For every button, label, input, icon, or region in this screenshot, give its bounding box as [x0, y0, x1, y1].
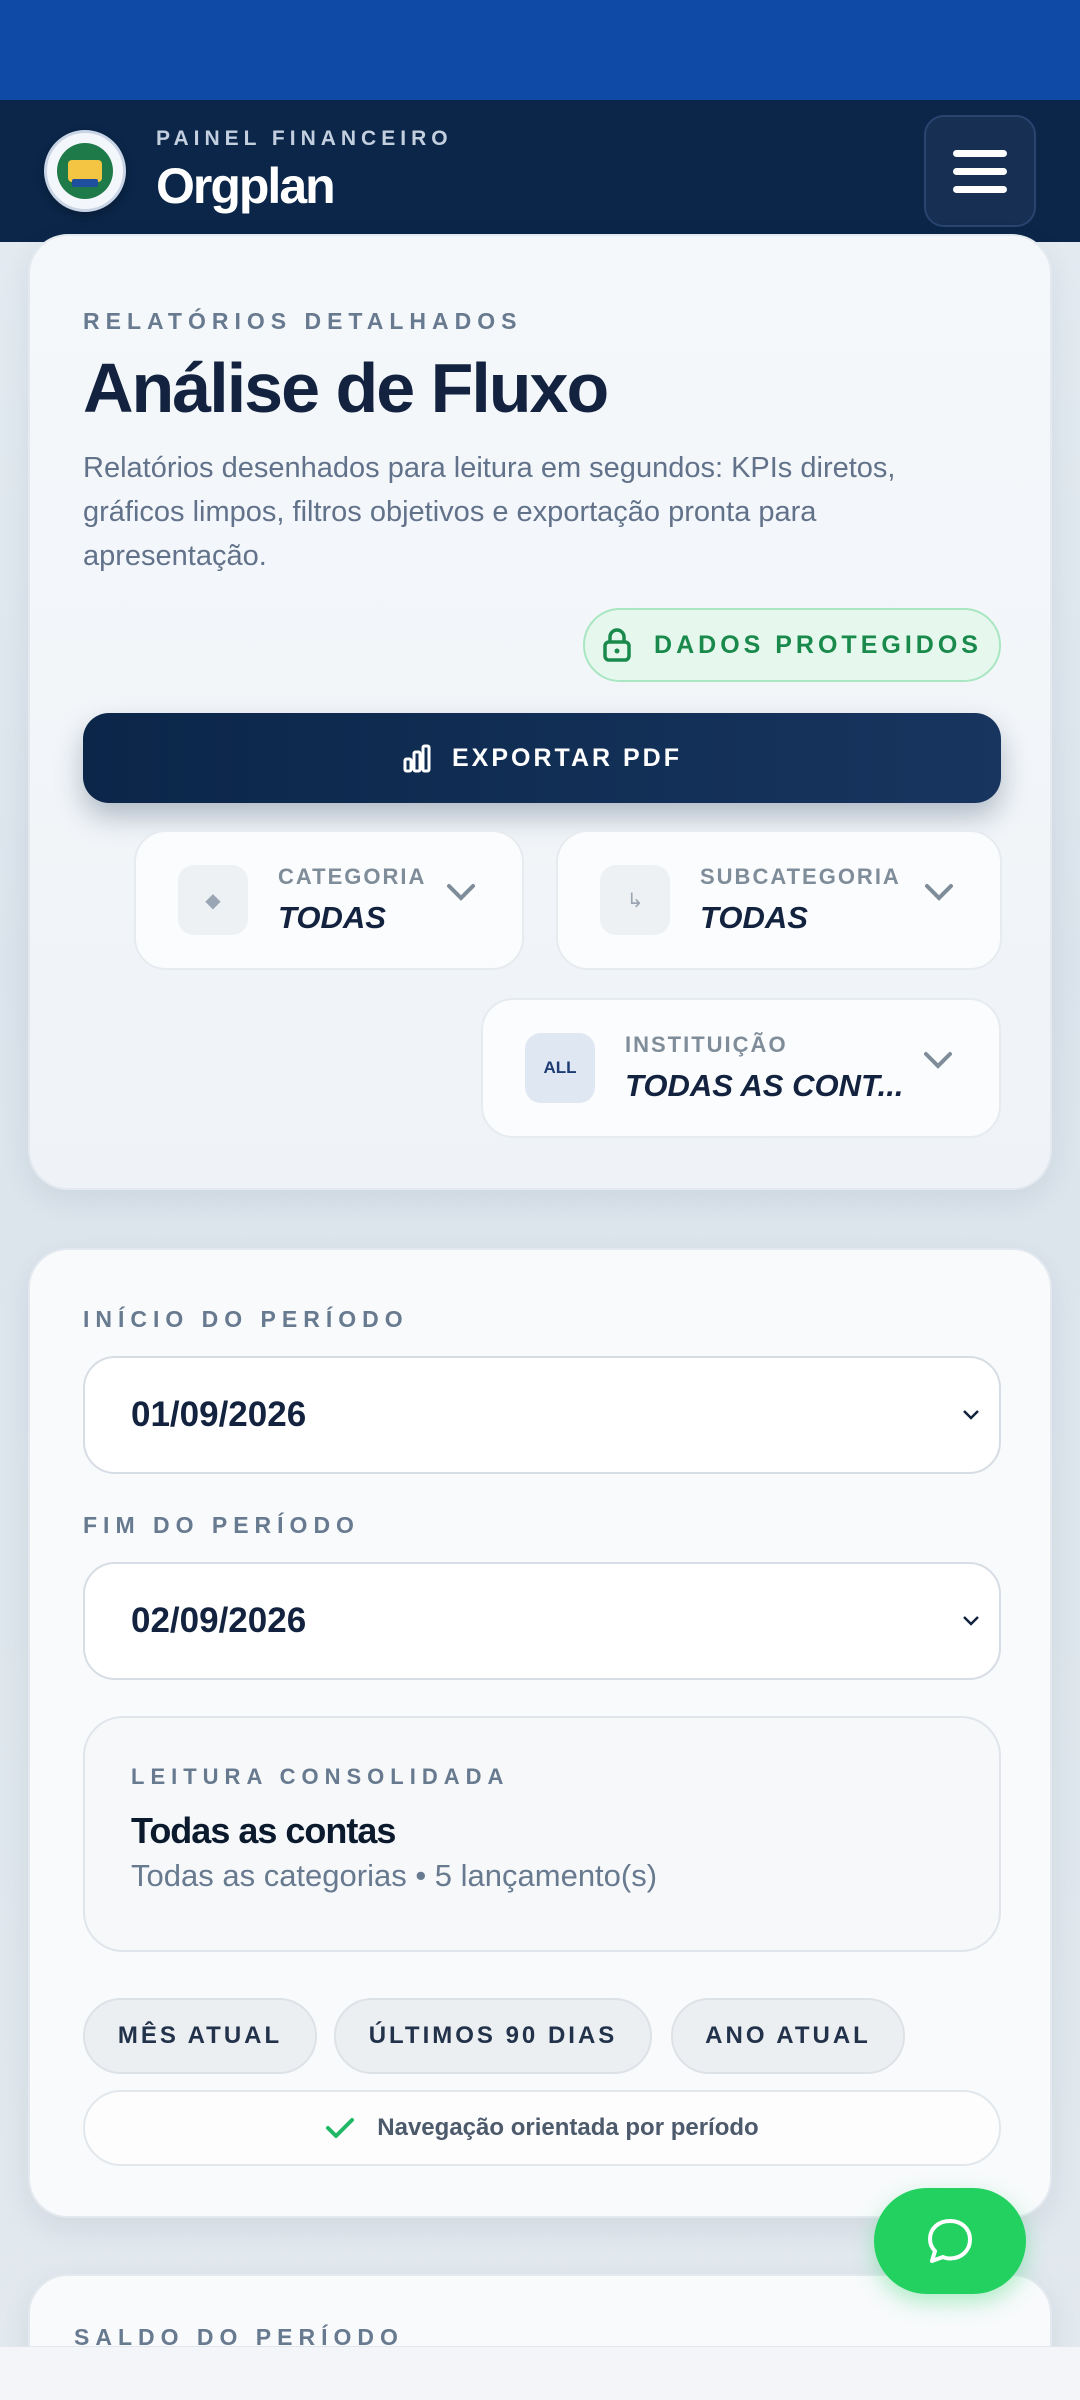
institution-value: TODAS AS CONT...: [625, 1068, 904, 1103]
start-date-value: 01/09/2026: [131, 1395, 307, 1434]
category-label: CATEGORIA: [278, 864, 427, 889]
header-kicker: PAINEL FINANCEIRO: [156, 127, 453, 150]
bottom-navigation-bar: [0, 2346, 1080, 2400]
protected-badge-label: DADOS PROTEGIDOS: [654, 630, 982, 659]
page-title: Análise de Fluxo: [83, 349, 609, 427]
chevron-down-icon: [924, 1052, 952, 1069]
status-bar: [0, 0, 1080, 100]
institution-filter[interactable]: ALL INSTITUIÇÃO TODAS AS CONT...: [481, 998, 1001, 1138]
report-kicker: RELATÓRIOS DETALHADOS: [83, 308, 523, 334]
start-date-label: INÍCIO DO PERÍODO: [83, 1306, 409, 1332]
export-pdf-button[interactable]: EXPORTAR PDF: [83, 713, 1001, 803]
chat-button[interactable]: [874, 2188, 1026, 2294]
consolidated-summary: LEITURA CONSOLIDADA Todas as contas Toda…: [83, 1716, 1001, 1952]
app-title: Orgplan: [156, 158, 336, 214]
subcategory-filter[interactable]: ↳ SUBCATEGORIA TODAS: [556, 830, 1002, 970]
subdirectory-arrow-icon: ↳: [600, 865, 670, 935]
subcategory-value: TODAS: [700, 900, 808, 935]
all-accounts-icon: ALL: [525, 1033, 595, 1103]
orgplan-logo[interactable]: [44, 130, 126, 212]
hamburger-menu-icon[interactable]: [924, 115, 1036, 227]
chevron-down-icon: [963, 1410, 979, 1420]
start-date-field[interactable]: 01/09/2026: [83, 1356, 1001, 1474]
chip-last-90-days[interactable]: ÚLTIMOS 90 DIAS: [334, 1998, 652, 2074]
protected-data-badge: DADOS PROTEGIDOS: [583, 608, 1001, 682]
chip-current-year[interactable]: ANO ATUAL: [671, 1998, 905, 2074]
period-navigation-hint: Navegação orientada por período: [83, 2090, 1001, 2166]
chip-current-month[interactable]: MÊS ATUAL: [83, 1998, 317, 2074]
nav-hint-text: Navegação orientada por período: [377, 2114, 759, 2141]
category-value: TODAS: [278, 900, 386, 935]
chevron-down-icon: [963, 1616, 979, 1626]
diamond-icon: ◆: [178, 865, 248, 935]
subcategory-label: SUBCATEGORIA: [700, 864, 901, 889]
category-filter[interactable]: ◆ CATEGORIA TODAS: [134, 830, 524, 970]
app-header: PAINEL FINANCEIRO Orgplan: [0, 100, 1080, 242]
report-card: RELATÓRIOS DETALHADOS Análise de Fluxo R…: [28, 234, 1052, 1190]
page-description: Relatórios desenhados para leitura em se…: [83, 452, 896, 572]
chevron-down-icon: [447, 884, 475, 901]
summary-title: Todas as contas: [131, 1810, 396, 1851]
end-date-value: 02/09/2026: [131, 1601, 307, 1640]
period-card: INÍCIO DO PERÍODO 01/09/2026 FIM DO PERÍ…: [28, 1248, 1052, 2218]
end-date-label: FIM DO PERÍODO: [83, 1512, 360, 1538]
bar-chart-icon: [403, 744, 431, 773]
end-date-field[interactable]: 02/09/2026: [83, 1562, 1001, 1680]
summary-subtitle: Todas as categorias • 5 lançamento(s): [131, 1858, 658, 1893]
summary-kicker: LEITURA CONSOLIDADA: [131, 1764, 510, 1789]
export-button-label: EXPORTAR PDF: [452, 743, 682, 772]
checkmark-icon: [326, 2118, 355, 2138]
institution-label: INSTITUIÇÃO: [625, 1032, 788, 1057]
chevron-down-icon: [925, 884, 953, 901]
chat-bubble-icon: [928, 2219, 972, 2263]
lock-icon: [603, 628, 631, 662]
